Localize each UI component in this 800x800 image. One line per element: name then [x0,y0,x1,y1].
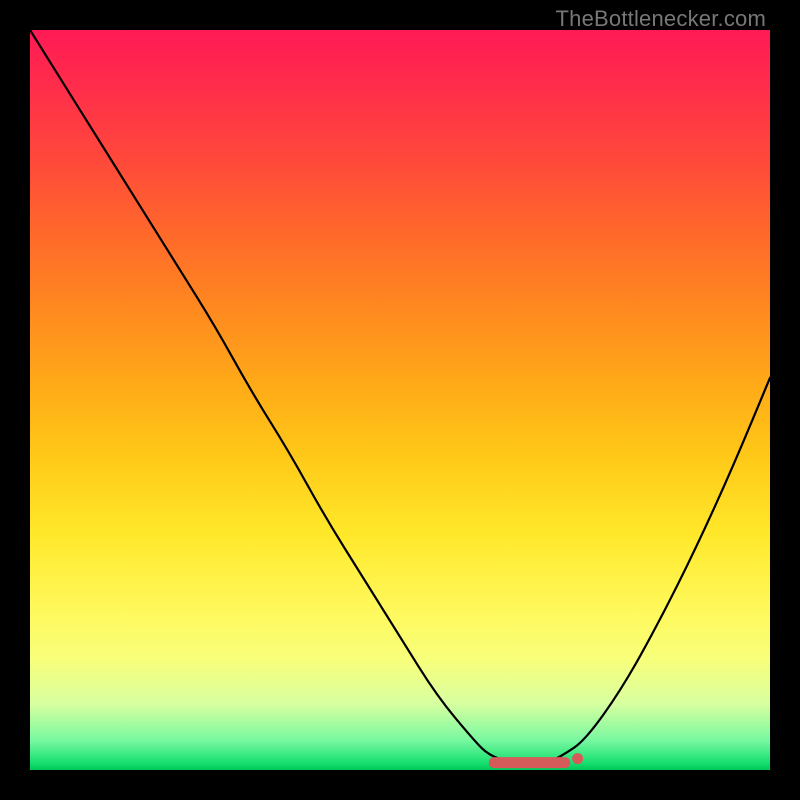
curve-svg [30,30,770,770]
bottleneck-curve [30,30,770,763]
valley-marker-bar [489,757,570,768]
valley-marker-dot [572,753,583,764]
chart-frame: TheBottlenecker.com [0,0,800,800]
watermark-label: TheBottlenecker.com [556,6,766,32]
plot-area [30,30,770,770]
